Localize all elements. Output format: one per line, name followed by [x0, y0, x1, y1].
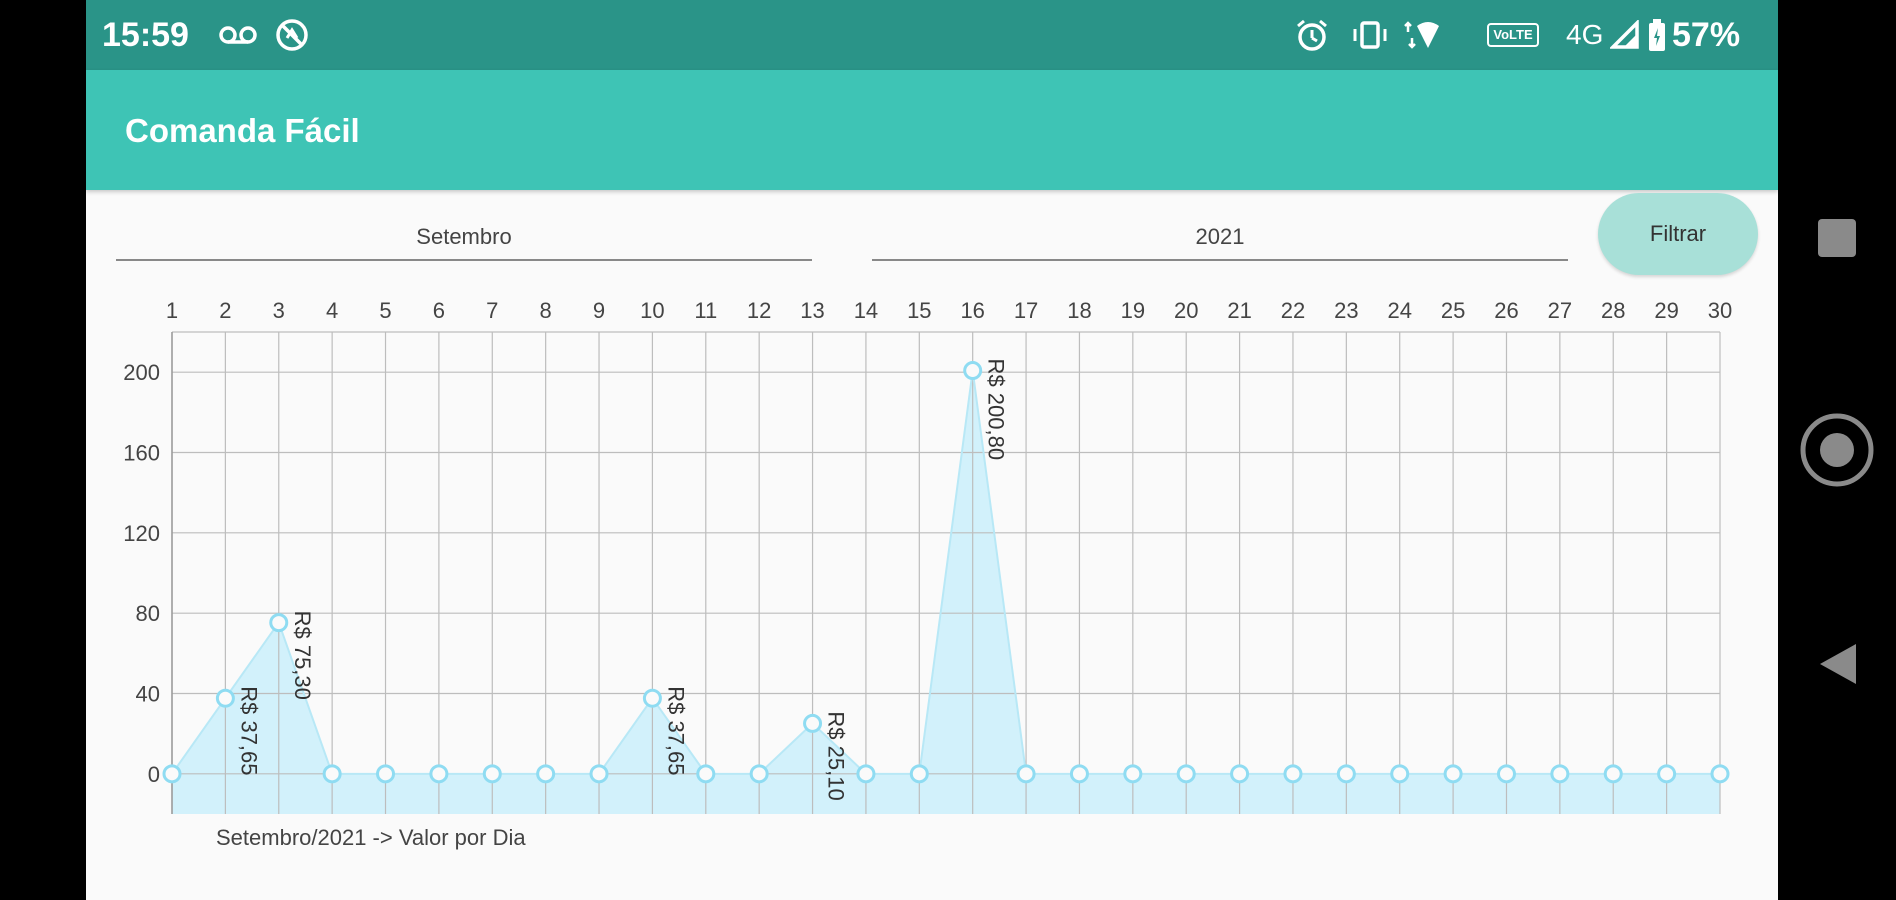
x-tick-label: 27	[1548, 298, 1572, 323]
data-point	[1496, 764, 1516, 784]
x-tick-label: 6	[433, 298, 445, 323]
data-point	[696, 764, 716, 784]
data-point	[1443, 764, 1463, 784]
x-tick-label: 11	[694, 298, 717, 323]
recents-icon[interactable]	[1818, 219, 1856, 257]
data-point	[1710, 764, 1730, 784]
daily-value-chart: 1 2 3 4 5 6 7 8 9 10 11 12 13 14 15 16 17 18 19 20 21 22 23 24 2…	[123, 298, 1732, 850]
x-tick-label: 4	[326, 298, 338, 323]
area-fill	[172, 370, 1720, 814]
x-tick-label: 12	[747, 298, 771, 323]
x-tick-label: 24	[1387, 298, 1411, 323]
data-point	[749, 764, 769, 784]
data-point	[963, 361, 983, 381]
data-point	[909, 764, 929, 784]
data-point	[1176, 764, 1196, 784]
x-tick-label: 16	[960, 298, 984, 323]
data-point	[376, 764, 396, 784]
data-point	[803, 713, 823, 733]
data-point	[215, 688, 235, 708]
x-tick-label: 17	[1014, 298, 1038, 323]
data-point	[1069, 764, 1089, 784]
x-tick-label: 7	[486, 298, 498, 323]
data-point	[1283, 764, 1303, 784]
y-tick-label: 200	[123, 360, 160, 385]
navigation-bar	[1778, 0, 1896, 900]
chart-description: Setembro/2021 -> Valor por Dia	[216, 825, 526, 850]
x-tick-label: 29	[1654, 298, 1678, 323]
data-point	[269, 613, 289, 633]
x-tick-label: 28	[1601, 298, 1625, 323]
data-point	[589, 764, 609, 784]
x-tick-label: 23	[1334, 298, 1358, 323]
x-tick-label: 21	[1227, 298, 1251, 323]
x-tick-label: 26	[1494, 298, 1518, 323]
x-tick-label: 13	[800, 298, 824, 323]
data-label: R$ 200,80	[984, 359, 1009, 461]
x-tick-label: 14	[854, 298, 878, 323]
data-point	[322, 764, 342, 784]
y-tick-label: 40	[136, 682, 160, 707]
y-tick-label: 160	[123, 441, 160, 466]
data-point	[1550, 764, 1570, 784]
app-screen: 15:59 VoLTE 4G 57% Comanda Fácil Setembr…	[86, 0, 1778, 900]
data-label: R$ 75,30	[290, 611, 315, 700]
x-tick-label: 2	[219, 298, 231, 323]
data-point	[429, 764, 449, 784]
data-point	[856, 764, 876, 784]
data-point	[1336, 764, 1356, 784]
x-tick-label: 10	[640, 298, 664, 323]
data-point	[1603, 764, 1623, 784]
data-label: R$ 37,65	[236, 686, 261, 775]
x-tick-label: 3	[273, 298, 285, 323]
data-point	[642, 688, 662, 708]
data-point	[1123, 764, 1143, 784]
x-tick-label: 9	[593, 298, 605, 323]
data-label: R$ 37,65	[663, 686, 688, 775]
home-icon[interactable]	[1800, 413, 1874, 487]
data-point	[482, 764, 502, 784]
x-tick-label: 1	[166, 298, 178, 323]
data-point	[1390, 764, 1410, 784]
data-point	[1230, 764, 1250, 784]
y-tick-label: 0	[148, 762, 160, 787]
y-tick-label: 80	[136, 601, 160, 626]
x-tick-label: 5	[379, 298, 391, 323]
x-tick-label: 25	[1441, 298, 1465, 323]
y-tick-label: 120	[123, 521, 160, 546]
x-tick-label: 18	[1067, 298, 1091, 323]
data-label: R$ 25,10	[824, 711, 849, 800]
x-tick-label: 30	[1708, 298, 1732, 323]
x-tick-label: 22	[1281, 298, 1305, 323]
x-tick-label: 20	[1174, 298, 1198, 323]
data-point	[1016, 764, 1036, 784]
data-point	[1657, 764, 1677, 784]
x-tick-label: 15	[907, 298, 931, 323]
x-tick-label: 19	[1121, 298, 1145, 323]
data-point	[162, 764, 182, 784]
x-tick-label: 8	[540, 298, 552, 323]
back-icon[interactable]	[1820, 644, 1856, 684]
data-point	[536, 764, 556, 784]
